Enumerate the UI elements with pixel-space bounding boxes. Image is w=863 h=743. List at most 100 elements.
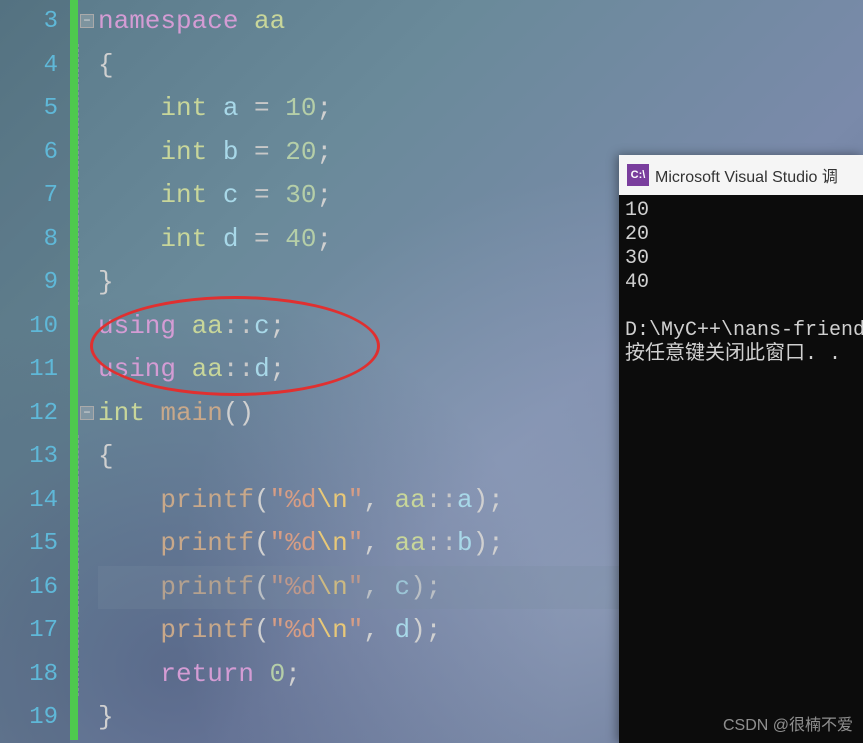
margin-cell	[70, 435, 98, 479]
code-line-5[interactable]: int a = 10;	[98, 87, 863, 131]
code-line-3[interactable]: namespace aa	[98, 0, 863, 44]
string: "	[270, 528, 286, 558]
vs-icon: C:\	[627, 164, 649, 186]
keyword: namespace	[98, 6, 238, 36]
brace: {	[98, 441, 114, 471]
function-call: printf	[160, 485, 254, 515]
line-number: 8	[0, 218, 58, 262]
keyword: return	[160, 659, 254, 689]
change-bar	[70, 131, 78, 175]
operator: =	[238, 224, 285, 254]
escape: \n	[316, 615, 347, 645]
change-bar	[70, 348, 78, 392]
console-output: 30	[625, 247, 857, 271]
margin-cell	[70, 479, 98, 523]
brace: }	[98, 267, 114, 297]
paren: );	[473, 485, 504, 515]
collapse-icon[interactable]: −	[80, 406, 94, 420]
fold-line	[78, 261, 79, 305]
paren: (	[254, 615, 270, 645]
change-bar	[70, 218, 78, 262]
line-number: 15	[0, 522, 58, 566]
console-title: Microsoft Visual Studio 调	[655, 163, 838, 187]
fold-line	[78, 44, 79, 88]
margin-cell	[70, 522, 98, 566]
console-output: 20	[625, 223, 857, 247]
margin-cell	[70, 261, 98, 305]
change-bar	[70, 653, 78, 697]
namespace-name: aa	[254, 6, 285, 36]
number: 20	[285, 137, 316, 167]
fold-line	[78, 131, 79, 175]
margin-cell	[70, 87, 98, 131]
change-bar	[70, 305, 78, 349]
margin-cell	[70, 348, 98, 392]
paren: );	[473, 528, 504, 558]
operator: =	[238, 180, 285, 210]
variable: d	[254, 354, 270, 384]
fold-line	[78, 218, 79, 262]
string: "	[348, 528, 364, 558]
fold-line	[78, 653, 79, 697]
fold-line	[78, 609, 79, 653]
fold-line	[78, 479, 79, 523]
comma: ,	[363, 528, 394, 558]
function-name: main	[160, 398, 222, 428]
brace: {	[98, 50, 114, 80]
comma: ,	[363, 615, 394, 645]
fold-line	[78, 87, 79, 131]
line-number: 11	[0, 348, 58, 392]
collapse-icon[interactable]: −	[80, 14, 94, 28]
string: "	[348, 485, 364, 515]
string: %d	[285, 485, 316, 515]
semicolon: ;	[316, 180, 332, 210]
namespace-name: aa	[192, 311, 223, 341]
namespace-name: aa	[192, 354, 223, 384]
semicolon: ;	[285, 659, 301, 689]
change-bar	[70, 566, 78, 610]
change-bar	[70, 609, 78, 653]
scope-op: ::	[223, 311, 254, 341]
code-line-4[interactable]: {	[98, 44, 863, 88]
margin-cell	[70, 696, 98, 740]
type: int	[160, 224, 207, 254]
variable: b	[457, 528, 473, 558]
change-bar	[70, 174, 78, 218]
margin-cell	[70, 609, 98, 653]
change-bar	[70, 522, 78, 566]
console-output: 10	[625, 199, 857, 223]
change-bar	[70, 44, 78, 88]
variable: b	[223, 137, 239, 167]
type: int	[160, 180, 207, 210]
variable: c	[254, 311, 270, 341]
number: 0	[270, 659, 286, 689]
variable: c	[223, 180, 239, 210]
change-bar	[70, 0, 78, 44]
type: int	[98, 398, 145, 428]
console-window[interactable]: C:\ Microsoft Visual Studio 调 10 20 30 4…	[619, 155, 863, 743]
fold-line	[78, 174, 79, 218]
line-number: 4	[0, 44, 58, 88]
paren: (	[254, 485, 270, 515]
semicolon: ;	[316, 224, 332, 254]
line-number: 19	[0, 696, 58, 740]
string: "	[270, 485, 286, 515]
watermark: CSDN @很楠不爱	[723, 711, 853, 735]
console-body[interactable]: 10 20 30 40 D:\MyC++\nans-friend 按任意键关闭此…	[619, 195, 863, 371]
semicolon: ;	[270, 311, 286, 341]
margin-cell	[70, 174, 98, 218]
fold-line	[78, 522, 79, 566]
line-number: 3	[0, 0, 58, 44]
brace: }	[98, 702, 114, 732]
variable: d	[395, 615, 411, 645]
keyword: using	[98, 311, 176, 341]
change-bar	[70, 392, 78, 436]
margin-cell	[70, 653, 98, 697]
escape: \n	[316, 528, 347, 558]
console-titlebar[interactable]: C:\ Microsoft Visual Studio 调	[619, 155, 863, 195]
namespace-name: aa	[395, 485, 426, 515]
operator: =	[238, 93, 285, 123]
keyword: using	[98, 354, 176, 384]
scope-op: ::	[426, 528, 457, 558]
scope-op: ::	[426, 485, 457, 515]
